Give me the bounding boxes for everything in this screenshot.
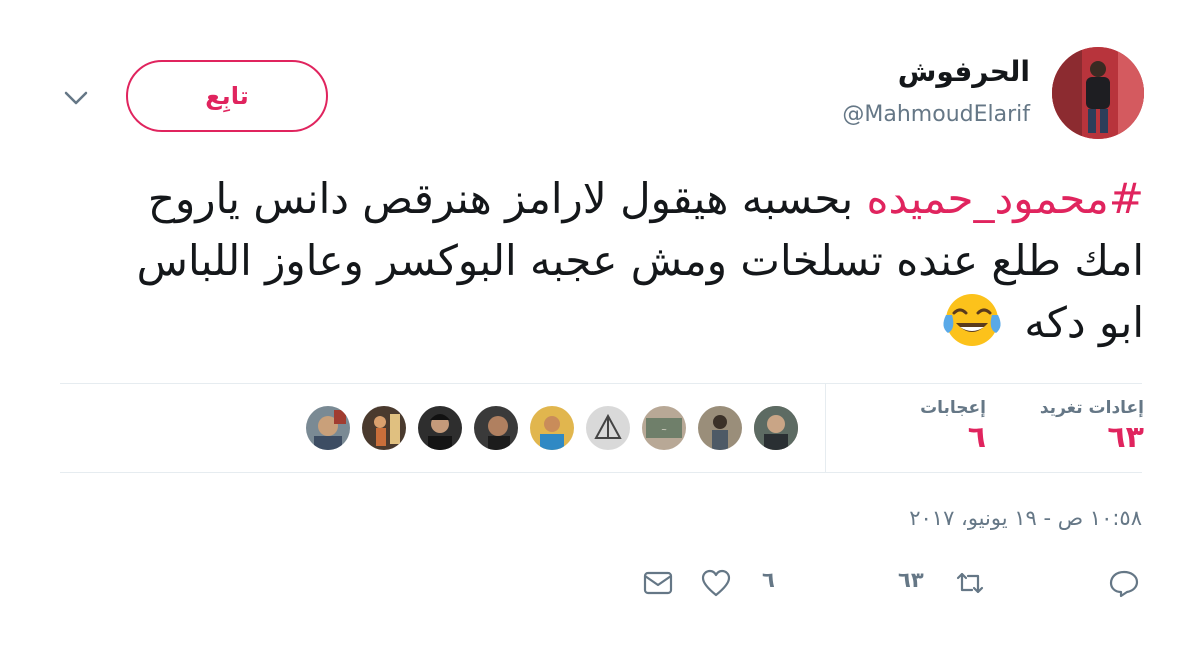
svg-text:~: ~ [661,426,667,434]
display-name[interactable]: الحرفوش [898,54,1030,90]
reply-icon[interactable] [1108,568,1140,598]
divider [60,383,1142,384]
tweet-timestamp[interactable]: ١٠:٥٨ ص - ١٩ يونيو، ٢٠١٧ [909,506,1142,530]
liker-avatar[interactable] [416,404,464,452]
retweet-icon[interactable] [954,568,986,598]
liker-avatar[interactable] [472,404,520,452]
liker-avatar[interactable] [752,404,800,452]
likes-label: إعجابات [920,398,986,418]
user-handle[interactable]: @MahmoudElarif [842,100,1030,130]
liker-avatar[interactable] [360,404,408,452]
heart-icon[interactable] [700,568,732,598]
like-count: ٦ [762,568,775,592]
retweets-label: إعادات تغريد [1039,398,1144,418]
likes-stat[interactable]: إعجابات ٦ [920,398,986,455]
hashtag-link[interactable]: #محمود_حميده [867,174,1144,223]
follow-button[interactable]: تابِع [126,60,328,132]
chevron-down-icon[interactable] [60,84,92,112]
liker-avatar[interactable]: ~ [640,404,688,452]
avatar[interactable] [1052,47,1144,139]
divider [825,384,826,472]
liker-avatar[interactable] [584,404,632,452]
likers-avatars: ~ [304,404,804,452]
liker-avatar[interactable] [528,404,576,452]
retweets-value: ٦٣ [1107,420,1144,455]
retweets-stat[interactable]: إعادات تغريد ٦٣ [1040,398,1144,455]
avatar-photo [1052,47,1144,139]
liker-avatar[interactable] [696,404,744,452]
divider [60,472,1142,473]
retweet-count: ٦٣ [898,568,924,592]
face-with-tears-of-joy-icon [940,289,1004,351]
mail-icon[interactable] [642,568,674,598]
liker-avatar[interactable] [304,404,352,452]
likes-value: ٦ [967,420,986,455]
tweet-text: #محمود_حميده بحسبه هيقول لارامز هنرقص دا… [84,168,1144,357]
